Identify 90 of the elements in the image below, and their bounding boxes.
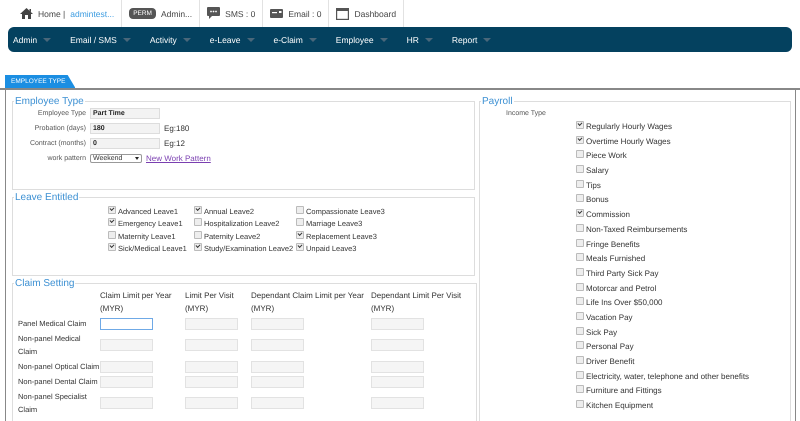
home-icon (20, 8, 33, 19)
checkbox[interactable] (576, 312, 584, 320)
caret-icon (424, 38, 433, 42)
checkbox[interactable] (576, 194, 584, 202)
section-title: Claim Setting (14, 278, 76, 289)
caret-icon (483, 38, 492, 42)
menu-item[interactable]: Report (452, 34, 492, 44)
caret-icon (122, 38, 131, 42)
checkbox-label: Piece Work (586, 151, 627, 160)
sms-count[interactable]: SMS : 0 (225, 8, 256, 18)
column-header: Claim Limit per Year (MYR) (100, 290, 173, 315)
chat-icon[interactable] (207, 7, 220, 20)
checkbox-label: Personal Pay (586, 342, 634, 352)
inbox-icon[interactable] (270, 9, 284, 18)
menu-item[interactable]: e-Claim (274, 34, 317, 44)
checkbox[interactable] (576, 400, 584, 408)
menu-item[interactable]: Email / SMS (70, 34, 131, 44)
caret-icon (182, 38, 191, 42)
column-header: Limit Per Visit (MYR) (185, 290, 235, 315)
caret-icon (308, 38, 317, 42)
checkbox-label: Commission (586, 210, 630, 220)
checkbox[interactable] (576, 341, 584, 350)
checkbox-label: Tips (586, 180, 601, 190)
checkbox[interactable] (296, 218, 304, 226)
caret-icon (135, 156, 139, 160)
section-title: Payroll (481, 96, 514, 107)
checkbox[interactable] (576, 180, 584, 188)
checkbox-label: Bonus (586, 195, 609, 204)
checkbox[interactable] (576, 326, 584, 335)
checkbox[interactable] (576, 165, 584, 174)
checkbox-label: Kitchen Equipment (586, 401, 654, 410)
checkbox[interactable] (194, 230, 202, 239)
checkbox-label: Motorcar and Petrol (586, 284, 656, 293)
checkbox-label: Meals Furnished (586, 254, 646, 264)
checkbox-label: Third Party Sick Pay (586, 268, 658, 278)
checkbox[interactable] (576, 297, 584, 306)
checkbox[interactable] (108, 218, 116, 226)
caret-icon (43, 38, 52, 42)
home-link[interactable]: Home | (38, 8, 66, 18)
caret-icon (380, 38, 388, 42)
checkbox[interactable] (576, 121, 584, 129)
checkbox[interactable] (194, 243, 202, 252)
input-field[interactable] (100, 318, 153, 330)
column-header: Dependant Claim Limit per Year (MYR) (251, 290, 365, 315)
checkbox[interactable] (576, 268, 584, 276)
menu-item[interactable]: e-Leave (210, 34, 254, 44)
hint-text: Eg:180 (164, 124, 190, 132)
window-icon[interactable] (336, 8, 350, 20)
checkbox-label: Salary (586, 166, 609, 176)
checkbox[interactable] (576, 209, 584, 218)
checkbox-label: Driver Benefit (586, 357, 634, 366)
checkbox-label: Electricity, water, telephone and other benefits (586, 372, 750, 381)
checkbox[interactable] (108, 206, 116, 214)
menu-item[interactable]: Activity (150, 34, 191, 44)
checkbox-label: Vacation Pay (586, 312, 633, 322)
new-work-pattern-link[interactable]: New Work Pattern (146, 154, 211, 162)
checkbox[interactable] (576, 356, 584, 364)
checkbox[interactable] (296, 243, 304, 252)
checkbox[interactable] (576, 282, 584, 291)
checkbox[interactable] (108, 230, 116, 239)
menu-item[interactable]: Admin (13, 34, 52, 44)
checkbox-label: Regularly Hourly Wages (586, 122, 672, 131)
checkbox[interactable] (576, 238, 584, 246)
checkbox-label: Non-Taxed Reimbursements (586, 224, 688, 234)
email-count[interactable]: Email : 0 (288, 8, 322, 18)
checkbox[interactable] (576, 385, 584, 394)
checkbox[interactable] (576, 150, 584, 158)
checkbox[interactable] (576, 370, 584, 379)
dashboard-link[interactable]: Dashboard (354, 8, 396, 18)
section-title: Leave Entitled (14, 192, 80, 203)
checkbox-label: Fringe Benefits (586, 240, 640, 248)
menu-item[interactable]: Employee (336, 34, 388, 44)
checkbox-label: Sick Pay (586, 328, 618, 337)
checkbox[interactable] (194, 206, 202, 214)
checkbox[interactable] (576, 253, 584, 262)
checkbox-label: Life Ins Over $50,000 (586, 298, 662, 308)
column-header: Dependant Limit Per Visit (MYR) (371, 290, 462, 315)
checkbox-label: Furniture and Fittings (586, 386, 662, 396)
checkbox[interactable] (296, 230, 304, 239)
checkbox-label: Overtime Hourly Wages (586, 136, 671, 146)
checkbox[interactable] (194, 218, 202, 226)
checkbox[interactable] (576, 224, 584, 232)
checkbox[interactable] (296, 206, 304, 214)
hint-text: Eg:12 (164, 138, 185, 148)
section-title: Employee Type (14, 96, 85, 107)
checkbox[interactable] (576, 136, 584, 144)
checkbox[interactable] (108, 243, 116, 252)
caret-icon (246, 38, 254, 42)
admin-label[interactable]: Admin... (160, 8, 192, 18)
menu-item[interactable]: HR (406, 34, 433, 44)
